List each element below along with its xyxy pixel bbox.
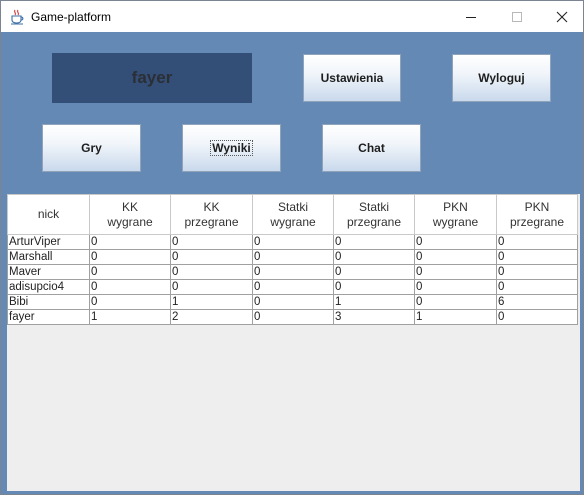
column-header-statki-wins[interactable]: Statki wygrane [252, 194, 334, 235]
table-cell[interactable]: 0 [170, 234, 253, 250]
title-bar[interactable]: Game-platform [1, 1, 583, 32]
window-title: Game-platform [31, 10, 112, 24]
table-cell[interactable]: 0 [170, 279, 253, 295]
close-icon [556, 11, 568, 22]
table-row[interactable]: Marshall 0 0 0 0 0 0 [7, 249, 578, 265]
table-cell[interactable]: Maver [7, 264, 90, 280]
table-cell[interactable]: 1 [89, 309, 171, 325]
table-cell[interactable]: 0 [252, 279, 334, 295]
table-cell[interactable]: 0 [496, 234, 578, 250]
table-cell[interactable]: 0 [333, 279, 415, 295]
table-cell[interactable]: 0 [414, 294, 497, 310]
table-cell[interactable]: 0 [333, 264, 415, 280]
settings-button[interactable]: Ustawienia [303, 54, 401, 102]
table-row[interactable]: adisupcio4 0 0 0 0 0 0 [7, 279, 578, 295]
app-window: Game-platform fayer Ustawienia Wyloguj G… [0, 0, 584, 495]
logout-button-label: Wyloguj [478, 71, 525, 85]
table-row[interactable]: Maver 0 0 0 0 0 0 [7, 264, 578, 280]
table-cell[interactable]: 0 [170, 264, 253, 280]
table-header-row: nick KK wygrane KK przegrane Statki wygr… [7, 194, 578, 235]
table-cell[interactable]: 0 [252, 264, 334, 280]
table-cell[interactable]: 0 [496, 249, 578, 265]
table-row[interactable]: ArturViper 0 0 0 0 0 0 [7, 234, 578, 250]
results-table-viewport[interactable]: nick KK wygrane KK przegrane Statki wygr… [7, 194, 580, 491]
table-cell[interactable]: 0 [89, 264, 171, 280]
column-header-kk-losses[interactable]: KK przegrane [170, 194, 253, 235]
table-cell[interactable]: 0 [414, 264, 497, 280]
table-cell[interactable]: 6 [496, 294, 578, 310]
table-cell[interactable]: 0 [252, 234, 334, 250]
close-button[interactable] [539, 1, 584, 32]
column-header-nick[interactable]: nick [7, 194, 90, 235]
table-cell[interactable]: ArturViper [7, 234, 90, 250]
chat-button[interactable]: Chat [322, 124, 421, 172]
maximize-icon [512, 11, 522, 22]
table-cell[interactable]: 0 [252, 294, 334, 310]
table-cell[interactable]: fayer [7, 309, 90, 325]
table-cell[interactable]: 0 [414, 234, 497, 250]
table-cell[interactable]: 0 [414, 279, 497, 295]
logged-user-label: fayer [52, 53, 252, 103]
table-cell[interactable]: adisupcio4 [7, 279, 90, 295]
minimize-icon [466, 16, 476, 18]
table-cell[interactable]: 0 [89, 279, 171, 295]
table-cell[interactable]: 0 [333, 249, 415, 265]
table-cell[interactable]: 0 [252, 249, 334, 265]
table-row[interactable]: Bibi 0 1 0 1 0 6 [7, 294, 578, 310]
table-cell[interactable]: 0 [496, 309, 578, 325]
column-header-kk-wins[interactable]: KK wygrane [89, 194, 171, 235]
table-row[interactable]: fayer 1 2 0 3 1 0 [7, 309, 578, 325]
table-cell[interactable]: 0 [252, 309, 334, 325]
results-button[interactable]: Wyniki [182, 124, 281, 172]
table-cell[interactable]: 1 [414, 309, 497, 325]
table-cell[interactable]: 0 [496, 279, 578, 295]
settings-button-label: Ustawienia [320, 71, 384, 85]
table-cell[interactable]: 1 [170, 294, 253, 310]
table-cell[interactable]: 0 [333, 234, 415, 250]
table-cell[interactable]: 0 [414, 249, 497, 265]
minimize-button[interactable] [448, 1, 494, 32]
results-button-label: Wyniki [210, 140, 253, 156]
table-cell[interactable]: Bibi [7, 294, 90, 310]
chat-button-label: Chat [358, 141, 385, 155]
java-cup-icon [9, 9, 25, 25]
table-cell[interactable]: 0 [89, 249, 171, 265]
table-cell[interactable]: Marshall [7, 249, 90, 265]
table-cell[interactable]: 3 [333, 309, 415, 325]
table-cell[interactable]: 0 [89, 234, 171, 250]
table-cell[interactable]: 2 [170, 309, 253, 325]
column-header-pkn-wins[interactable]: PKN wygrane [414, 194, 497, 235]
table-cell[interactable]: 0 [89, 294, 171, 310]
games-button-label: Gry [81, 141, 102, 155]
maximize-button[interactable] [494, 1, 540, 32]
results-table: nick KK wygrane KK przegrane Statki wygr… [7, 194, 578, 325]
table-cell[interactable]: 1 [333, 294, 415, 310]
column-header-pkn-losses[interactable]: PKN przegrane [496, 194, 578, 235]
logout-button[interactable]: Wyloguj [452, 54, 551, 102]
main-panel: fayer Ustawienia Wyloguj Gry Wyniki Chat [1, 32, 583, 494]
table-cell[interactable]: 0 [170, 249, 253, 265]
games-button[interactable]: Gry [42, 124, 141, 172]
column-header-statki-losses[interactable]: Statki przegrane [333, 194, 415, 235]
table-cell[interactable]: 0 [496, 264, 578, 280]
